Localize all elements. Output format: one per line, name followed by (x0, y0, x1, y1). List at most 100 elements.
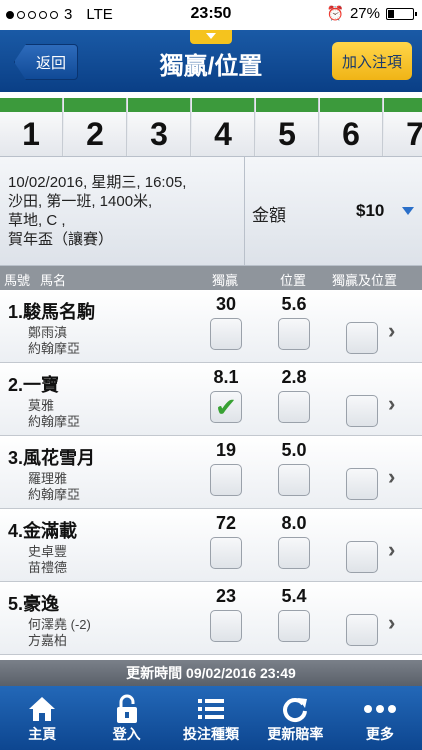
horse-list[interactable]: 1.駿馬名駒 鄭雨滇 約翰摩亞 30 5.6 › 2.一寶 莫雅 約翰摩亞 8.1 2.8 ✔ › 3.風… (0, 290, 422, 660)
win-odds: 19 (215, 440, 237, 460)
checkmark-icon: ✔ (215, 392, 237, 422)
race-status-bar (320, 98, 382, 112)
trainer-name: 方嘉柏 (28, 633, 68, 648)
chevron-right-icon[interactable]: › (388, 318, 395, 344)
chevron-right-icon[interactable]: › (388, 537, 395, 563)
trainer-name: 苗禮德 (28, 560, 68, 575)
status-bar: 3 LTE 23:50 ⏰ 27% (0, 0, 422, 30)
race-status-bar (384, 98, 422, 112)
win-place-checkbox[interactable] (346, 614, 378, 646)
column-header: 馬號 馬名 獨贏 位置 獨贏及位置 (0, 266, 422, 290)
col-win-place: 獨贏及位置 (332, 273, 398, 288)
win-checkbox[interactable] (210, 318, 242, 350)
place-odds: 2.8 (281, 367, 307, 387)
win-odds: 30 (215, 294, 237, 314)
chevron-right-icon[interactable]: › (388, 391, 395, 417)
race-name-line: 賀年盃（讓賽） (8, 231, 114, 248)
add-bet-button[interactable]: 加入注項 (332, 42, 412, 80)
horse-row[interactable]: 5.豪逸 何澤堯 (-2) 方嘉柏 23 5.4 › (0, 582, 422, 655)
horse-row[interactable]: 3.風花雪月 羅理雅 約翰摩亞 19 5.0 › (0, 436, 422, 509)
home-icon (0, 694, 84, 724)
horse-row[interactable]: 1.駿馬名駒 鄭雨滇 約翰摩亞 30 5.6 › (0, 290, 422, 363)
col-win: 獨贏 (212, 273, 239, 288)
race-status-bar (64, 98, 126, 112)
race-tab-5[interactable]: 5 (256, 98, 319, 156)
list-icon (169, 694, 253, 724)
tab-lock[interactable]: 登入 (84, 686, 168, 750)
win-place-checkbox[interactable] (346, 541, 378, 573)
race-tab-4[interactable]: 4 (192, 98, 255, 156)
race-tab-1[interactable]: 1 (0, 98, 63, 156)
race-tab-number: 1 (22, 116, 40, 152)
tab-more[interactable]: 更多 (338, 686, 422, 750)
win-odds: 72 (215, 513, 237, 533)
win-place-checkbox[interactable] (346, 468, 378, 500)
race-tab-number: 4 (214, 116, 232, 152)
place-checkbox[interactable] (278, 318, 310, 350)
amount-label: 金額 (252, 206, 286, 225)
bottom-tab-bar: 主頁 登入 投注種類 更新賠率 更多 (0, 686, 422, 750)
race-status-bar (128, 98, 190, 112)
tab-label: 更新賠率 (267, 726, 324, 742)
tab-label: 主頁 (28, 726, 57, 742)
caret-down-icon[interactable] (402, 207, 414, 215)
race-status-bar (256, 98, 318, 112)
race-track-line: 草地, C , (8, 212, 66, 229)
race-tab-3[interactable]: 3 (128, 98, 191, 156)
tab-home[interactable]: 主頁 (0, 686, 84, 750)
update-time: 更新時間 09/02/2016 23:49 (0, 660, 422, 686)
win-odds: 8.1 (213, 367, 239, 387)
refresh-icon (253, 694, 337, 724)
race-tab-2[interactable]: 2 (64, 98, 127, 156)
race-info-panel: 10/02/2016, 星期三, 16:05, 沙田, 第一班, 1400米, … (0, 156, 422, 267)
place-odds: 5.6 (281, 294, 307, 314)
race-tab-7[interactable]: 7 (384, 98, 422, 156)
tab-list[interactable]: 投注種類 (169, 686, 253, 750)
place-odds: 5.0 (281, 440, 307, 460)
horse-row[interactable]: 4.金滿載 史卓豐 苗禮德 72 8.0 › (0, 509, 422, 582)
win-checkbox[interactable]: ✔ (210, 391, 242, 423)
more-icon (338, 694, 422, 724)
race-status-bar (192, 98, 254, 112)
race-tab-6[interactable]: 6 (320, 98, 383, 156)
win-odds: 23 (215, 586, 237, 606)
place-checkbox[interactable] (278, 537, 310, 569)
race-tab-number: 7 (406, 116, 422, 152)
race-tabs: 1 2 3 4 5 6 7 (0, 98, 422, 156)
col-horse-name: 馬名 (40, 273, 67, 288)
trainer-name: 約翰摩亞 (28, 414, 81, 429)
tab-label: 投注種類 (183, 726, 240, 742)
horse-name: 4.金滿載 (8, 521, 78, 541)
horse-name: 3.風花雪月 (8, 448, 96, 468)
place-odds: 8.0 (281, 513, 307, 533)
battery-area: ⏰ 27% (327, 5, 417, 22)
battery-fill (388, 9, 395, 18)
chevron-right-icon[interactable]: › (388, 464, 395, 490)
win-place-checkbox[interactable] (346, 322, 378, 354)
race-date-line: 10/02/2016, 星期三, 16:05, (8, 174, 187, 191)
horse-name: 5.豪逸 (8, 594, 60, 614)
pull-down-handle[interactable] (190, 30, 232, 44)
battery-icon (386, 7, 417, 20)
place-checkbox[interactable] (278, 391, 310, 423)
race-status-bar (0, 98, 62, 112)
win-place-checkbox[interactable] (346, 395, 378, 427)
race-tab-number: 6 (342, 116, 360, 152)
race-venue-line: 沙田, 第一班, 1400米, (8, 193, 153, 210)
horse-name: 1.駿馬名駒 (8, 302, 96, 322)
tab-label: 登入 (112, 726, 141, 742)
chevron-right-icon[interactable]: › (388, 610, 395, 636)
win-checkbox[interactable] (210, 610, 242, 642)
place-checkbox[interactable] (278, 610, 310, 642)
horse-row[interactable]: 2.一寶 莫雅 約翰摩亞 8.1 2.8 ✔ › (0, 363, 422, 436)
tab-refresh[interactable]: 更新賠率 (253, 686, 337, 750)
race-details: 10/02/2016, 星期三, 16:05, 沙田, 第一班, 1400米, … (8, 173, 240, 249)
amount-select[interactable]: $10 (356, 201, 384, 221)
col-horse-no: 馬號 (4, 273, 31, 288)
win-checkbox[interactable] (210, 537, 242, 569)
nav-header: 返回 獨贏/位置 加入注項 (0, 30, 422, 92)
trainer-name: 約翰摩亞 (28, 487, 81, 502)
battery-percent: 27% (349, 5, 380, 22)
win-checkbox[interactable] (210, 464, 242, 496)
place-checkbox[interactable] (278, 464, 310, 496)
